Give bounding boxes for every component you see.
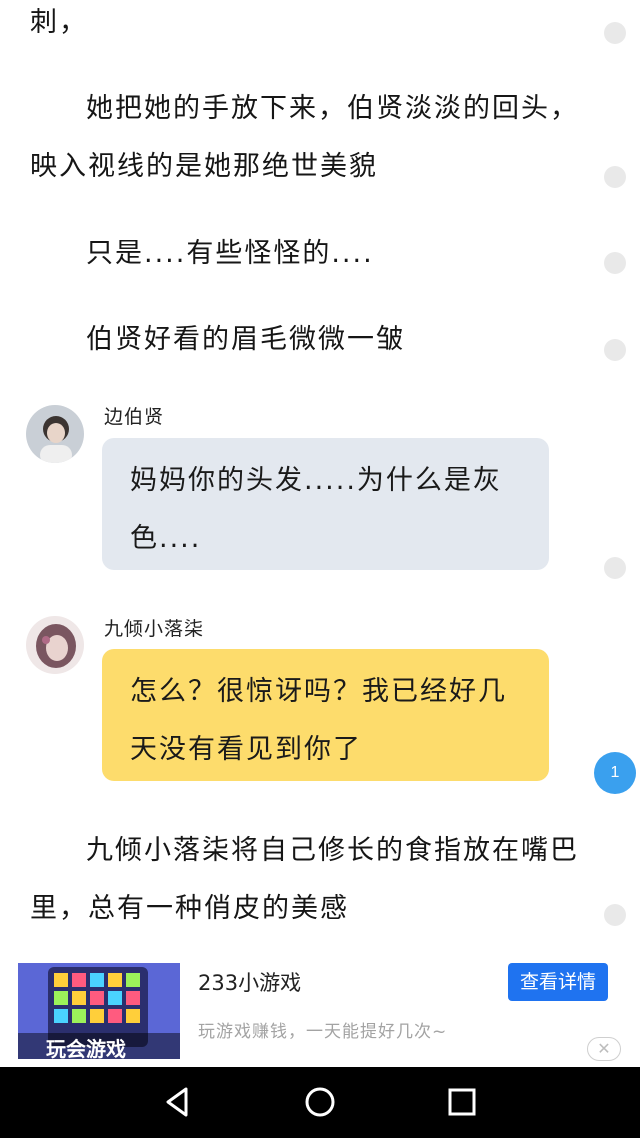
story-paragraph: 只是....有些怪怪的.... xyxy=(86,238,374,269)
paragraph-comment-icon[interactable] xyxy=(604,557,626,579)
paragraph-comment-icon[interactable] xyxy=(604,252,626,274)
reader-content: 刺， 她把她的手放下来，伯贤淡淡的回头，映入视线的是她那绝世美貌 只是....有… xyxy=(0,0,640,955)
dialog-bubble: 妈妈你的头发.....为什么是灰色.... xyxy=(102,438,549,570)
ad-subtitle: 玩游戏赚钱，一天能提好几次~ xyxy=(198,1022,448,1042)
story-paragraph: 她把她的手放下来，伯贤淡淡的回头，映入视线的是她那绝世美貌 xyxy=(30,93,579,182)
paragraph-comment-icon[interactable] xyxy=(604,166,626,188)
back-icon[interactable] xyxy=(160,1084,196,1120)
ad-title: 233小游戏 xyxy=(198,971,302,995)
comment-count-badge[interactable]: 1 xyxy=(594,752,636,794)
ad-banner[interactable]: 玩会游戏 233小游戏 玩游戏赚钱，一天能提好几次~ 查看详情 ✕ xyxy=(0,955,640,1067)
avatar[interactable] xyxy=(26,616,84,674)
story-paragraph: 刺， xyxy=(30,7,88,38)
speaker-name: 九倾小落柒 xyxy=(104,618,205,640)
story-paragraph: 伯贤好看的眉毛微微一皱 xyxy=(86,324,405,355)
avatar[interactable] xyxy=(26,405,84,463)
paragraph-comment-icon[interactable] xyxy=(604,904,626,926)
story-paragraph: 九倾小落柒将自己修长的食指放在嘴巴里，总有一种俏皮的美感 xyxy=(30,835,579,924)
paragraph-comment-icon[interactable] xyxy=(604,22,626,44)
speaker-name: 边伯贤 xyxy=(104,406,165,428)
ad-thumb-caption: 玩会游戏 xyxy=(46,1039,126,1059)
dialog-bubble: 怎么？很惊讶吗？我已经好几天没有看见到你了 xyxy=(102,649,549,781)
home-icon[interactable] xyxy=(302,1084,338,1120)
view-details-button[interactable]: 查看详情 xyxy=(508,963,608,1001)
navigation-bar xyxy=(0,1067,640,1138)
paragraph-comment-icon[interactable] xyxy=(604,339,626,361)
ad-thumbnail[interactable]: 玩会游戏 xyxy=(18,963,180,1059)
recents-icon[interactable] xyxy=(444,1084,480,1120)
ad-close-icon[interactable]: ✕ xyxy=(587,1037,621,1061)
